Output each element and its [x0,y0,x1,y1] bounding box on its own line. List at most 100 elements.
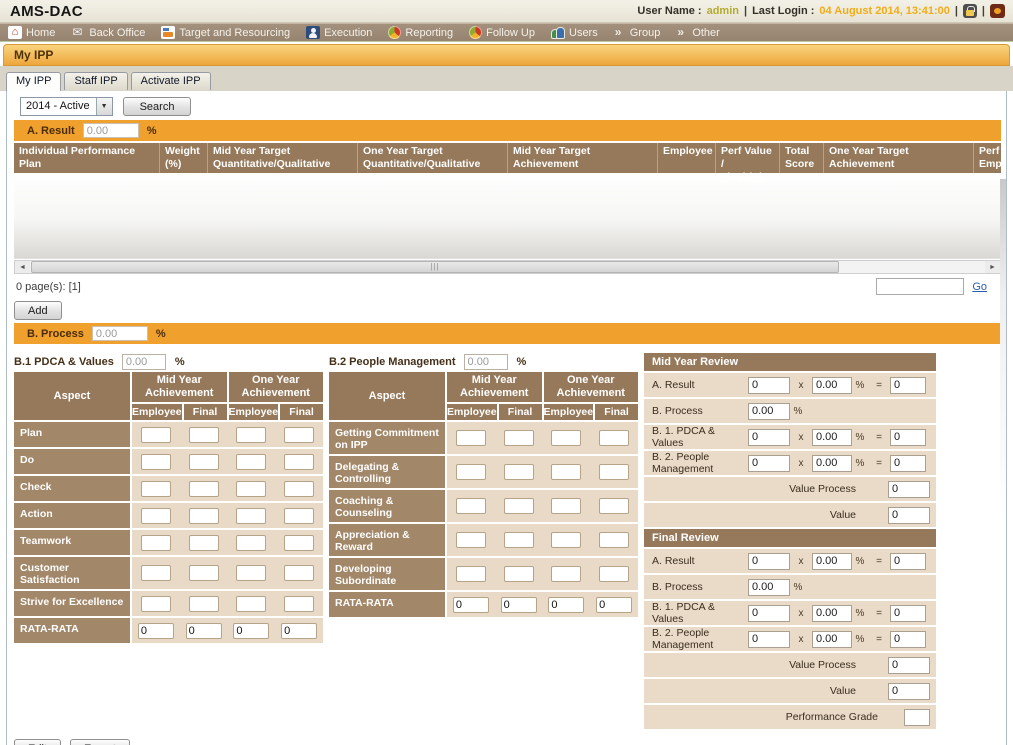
tab-staff-ipp[interactable]: Staff IPP [64,72,127,90]
scrollbar-track[interactable] [840,261,985,273]
b-1-pdca-values-strive-for-excellence-input-2[interactable] [236,596,266,612]
b-1-pdca-values-customer-satisfaction-input-0[interactable] [141,565,171,581]
b-2-people-management-appreciation-reward-input-0[interactable] [456,532,486,548]
b-1-pdca-values-plan-input-3[interactable] [284,427,314,443]
b-1-pdca-values-teamwork-input-2[interactable] [236,535,266,551]
b-1-pdca-values-weight-input[interactable] [122,354,166,370]
b-1-pdca-values-check-input-3[interactable] [284,481,314,497]
b-1-pdca-values-strive-for-excellence-input-1[interactable] [189,596,219,612]
b-1-pdca-values-teamwork-input-0[interactable] [141,535,171,551]
b-2-people-management-weight-input[interactable] [464,354,508,370]
b-1-pdca-values-rata-rata-input-0[interactable] [138,623,174,639]
b-2-people-management-getting-commitment-on-ipp-input-0[interactable] [456,430,486,446]
search-button[interactable]: Search [123,97,192,116]
nav-item-group[interactable]: Group [608,24,671,41]
page-number-input[interactable] [876,278,964,295]
scrollbar-thumb[interactable]: ||| [31,261,839,273]
b-2-people-management-coaching-counseling-input-0[interactable] [456,498,486,514]
mid-year-review-value-process-input[interactable] [888,481,930,498]
horizontal-scrollbar[interactable]: ◄ ||| ► [14,260,1001,274]
b-2-people-management-rata-rata-input-3[interactable] [596,597,632,613]
scroll-left-arrow-icon[interactable]: ◄ [15,261,30,273]
b-1-pdca-values-do-input-2[interactable] [236,454,266,470]
b-2-people-management-developing-subordinate-input-3[interactable] [599,566,629,582]
final-review-a-result-value-input[interactable] [748,553,790,570]
final-review-b-process-input[interactable] [748,579,790,596]
scroll-right-arrow-icon[interactable]: ► [985,261,1000,273]
mid-year-review-b-2-people-management-result-input[interactable] [890,455,926,472]
nav-item-target-and-resourcing[interactable]: Target and Resourcing [155,24,300,41]
b-1-pdca-values-rata-rata-input-2[interactable] [233,623,269,639]
mid-year-review-b-2-people-management-weight-input[interactable] [812,455,852,472]
b-2-people-management-coaching-counseling-input-3[interactable] [599,498,629,514]
chevron-down-icon[interactable]: ▼ [96,98,112,115]
b-1-pdca-values-action-input-0[interactable] [141,508,171,524]
nav-item-execution[interactable]: Execution [300,24,382,41]
b-2-people-management-coaching-counseling-input-2[interactable] [551,498,581,514]
nav-item-home[interactable]: Home [2,24,65,41]
b-1-pdca-values-action-input-2[interactable] [236,508,266,524]
mid-year-review-b-1-pdca-values-result-input[interactable] [890,429,926,446]
process-input[interactable] [92,326,148,341]
mid-year-review-b-process-input[interactable] [748,403,790,420]
b-2-people-management-appreciation-reward-input-3[interactable] [599,532,629,548]
final-review-value-input[interactable] [888,683,930,700]
b-1-pdca-values-plan-input-1[interactable] [189,427,219,443]
b-2-people-management-delegating-controlling-input-2[interactable] [551,464,581,480]
nav-item-back-office[interactable]: Back Office [65,24,155,41]
final-review-a-result-weight-input[interactable] [812,553,852,570]
b-1-pdca-values-plan-input-2[interactable] [236,427,266,443]
final-review-b-2-people-management-weight-input[interactable] [812,631,852,648]
b-2-people-management-appreciation-reward-input-1[interactable] [504,532,534,548]
edit-button[interactable]: Edit [14,739,61,745]
export-button[interactable]: Export [70,739,130,745]
nav-item-other[interactable]: Other [670,24,730,41]
nav-item-users[interactable]: Users [545,24,608,41]
b-1-pdca-values-check-input-0[interactable] [141,481,171,497]
b-2-people-management-getting-commitment-on-ipp-input-3[interactable] [599,430,629,446]
mid-year-review-a-result-result-input[interactable] [890,377,926,394]
b-2-people-management-developing-subordinate-input-2[interactable] [551,566,581,582]
lock-icon[interactable] [963,4,977,18]
mid-year-review-a-result-weight-input[interactable] [812,377,852,394]
b-2-people-management-developing-subordinate-input-0[interactable] [456,566,486,582]
b-1-pdca-values-strive-for-excellence-input-3[interactable] [284,596,314,612]
b-2-people-management-rata-rata-input-0[interactable] [453,597,489,613]
b-1-pdca-values-do-input-0[interactable] [141,454,171,470]
b-1-pdca-values-check-input-2[interactable] [236,481,266,497]
mid-year-review-a-result-value-input[interactable] [748,377,790,394]
mid-year-review-b-1-pdca-values-value-input[interactable] [748,429,790,446]
period-select[interactable]: 2014 - Active ▼ [20,97,113,116]
b-1-pdca-values-teamwork-input-3[interactable] [284,535,314,551]
b-1-pdca-values-plan-input-0[interactable] [141,427,171,443]
mid-year-review-value-input[interactable] [888,507,930,524]
b-2-people-management-delegating-controlling-input-1[interactable] [504,464,534,480]
b-2-people-management-appreciation-reward-input-2[interactable] [551,532,581,548]
b-2-people-management-delegating-controlling-input-3[interactable] [599,464,629,480]
add-button[interactable]: Add [14,301,62,320]
b-1-pdca-values-customer-satisfaction-input-3[interactable] [284,565,314,581]
b-2-people-management-rata-rata-input-2[interactable] [548,597,584,613]
b-1-pdca-values-teamwork-input-1[interactable] [189,535,219,551]
b-1-pdca-values-action-input-3[interactable] [284,508,314,524]
b-1-pdca-values-customer-satisfaction-input-1[interactable] [189,565,219,581]
nav-item-reporting[interactable]: Reporting [382,24,463,41]
final-review-b-1-pdca-values-value-input[interactable] [748,605,790,622]
final-review-b-1-pdca-values-result-input[interactable] [890,605,926,622]
b-2-people-management-coaching-counseling-input-1[interactable] [504,498,534,514]
b-1-pdca-values-do-input-1[interactable] [189,454,219,470]
final-review-b-2-people-management-value-input[interactable] [748,631,790,648]
b-2-people-management-rata-rata-input-1[interactable] [501,597,537,613]
final-review-value-process-input[interactable] [888,657,930,674]
b-1-pdca-values-rata-rata-input-1[interactable] [186,623,222,639]
b-2-people-management-getting-commitment-on-ipp-input-2[interactable] [551,430,581,446]
b-1-pdca-values-check-input-1[interactable] [189,481,219,497]
mid-year-review-b-1-pdca-values-weight-input[interactable] [812,429,852,446]
b-2-people-management-getting-commitment-on-ipp-input-1[interactable] [504,430,534,446]
b-2-people-management-developing-subordinate-input-1[interactable] [504,566,534,582]
b-2-people-management-delegating-controlling-input-0[interactable] [456,464,486,480]
b-1-pdca-values-action-input-1[interactable] [189,508,219,524]
logout-icon[interactable] [990,4,1005,18]
result-input[interactable] [83,123,139,138]
b-1-pdca-values-strive-for-excellence-input-0[interactable] [141,596,171,612]
